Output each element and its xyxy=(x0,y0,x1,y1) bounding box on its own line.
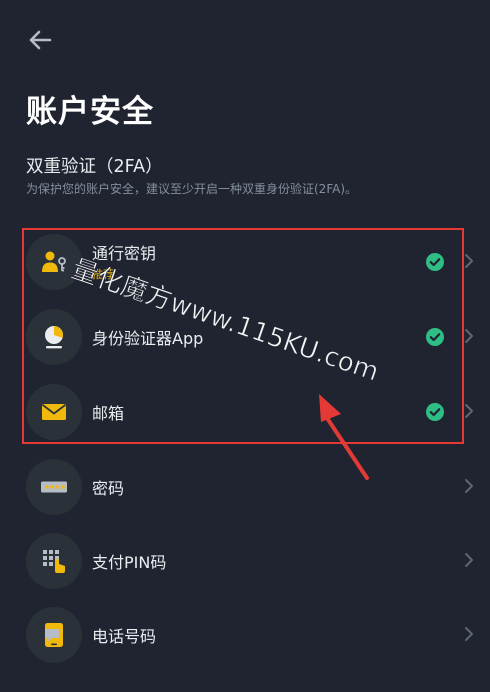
security-item-label: 通行密钥 xyxy=(92,244,157,263)
arrow-left-icon xyxy=(29,30,52,50)
check-circle-icon xyxy=(426,253,444,271)
authenticator-app-icon xyxy=(45,326,64,349)
chevron-right-icon xyxy=(465,329,473,343)
email-icon xyxy=(41,404,67,420)
passkey-icon xyxy=(42,251,66,272)
icon-circle xyxy=(26,533,82,589)
security-item-label: 支付PIN码 xyxy=(92,553,167,572)
chevron-right-icon xyxy=(465,553,473,567)
two-factor-section-title: 双重验证（2FA） xyxy=(26,157,163,177)
icon-circle xyxy=(26,459,82,515)
security-item-passkey[interactable]: 通行密钥 推荐 xyxy=(0,226,490,296)
chevron-right-icon xyxy=(465,479,473,493)
security-item-label: 电话号码 xyxy=(92,627,157,646)
icon-circle xyxy=(26,607,82,663)
chevron-right-icon xyxy=(465,254,473,268)
chevron-right-icon xyxy=(465,627,473,641)
security-item-label: 身份验证器App xyxy=(92,329,204,348)
security-item-phone[interactable]: 电话号码 xyxy=(0,599,490,669)
check-circle-icon xyxy=(426,328,444,346)
recommended-badge: 推荐 xyxy=(92,268,114,281)
security-item-payment-pin[interactable]: 支付PIN码 xyxy=(0,525,490,595)
chevron-right-icon xyxy=(465,404,473,418)
icon-circle xyxy=(26,384,82,440)
phone-icon xyxy=(45,623,63,647)
pin-code-icon xyxy=(43,550,65,573)
password-icon xyxy=(41,481,67,493)
security-item-authenticator-app[interactable]: 身份验证器App xyxy=(0,301,490,371)
security-item-password[interactable]: 密码 xyxy=(0,451,490,521)
two-factor-section-subtitle: 为保护您的账户安全，建议至少开启一种双重身份验证(2FA)。 xyxy=(26,182,358,196)
back-button[interactable] xyxy=(26,26,56,54)
icon-circle xyxy=(26,234,82,290)
icon-circle xyxy=(26,309,82,365)
page-title: 账户安全 xyxy=(26,94,154,130)
security-item-label: 密码 xyxy=(92,479,125,498)
security-item-email[interactable]: 邮箱 xyxy=(0,376,490,446)
account-security-page: 账户安全 双重验证（2FA） 为保护您的账户安全，建议至少开启一种双重身份验证(… xyxy=(0,0,490,692)
check-circle-icon xyxy=(426,403,444,421)
security-item-label: 邮箱 xyxy=(92,404,125,423)
